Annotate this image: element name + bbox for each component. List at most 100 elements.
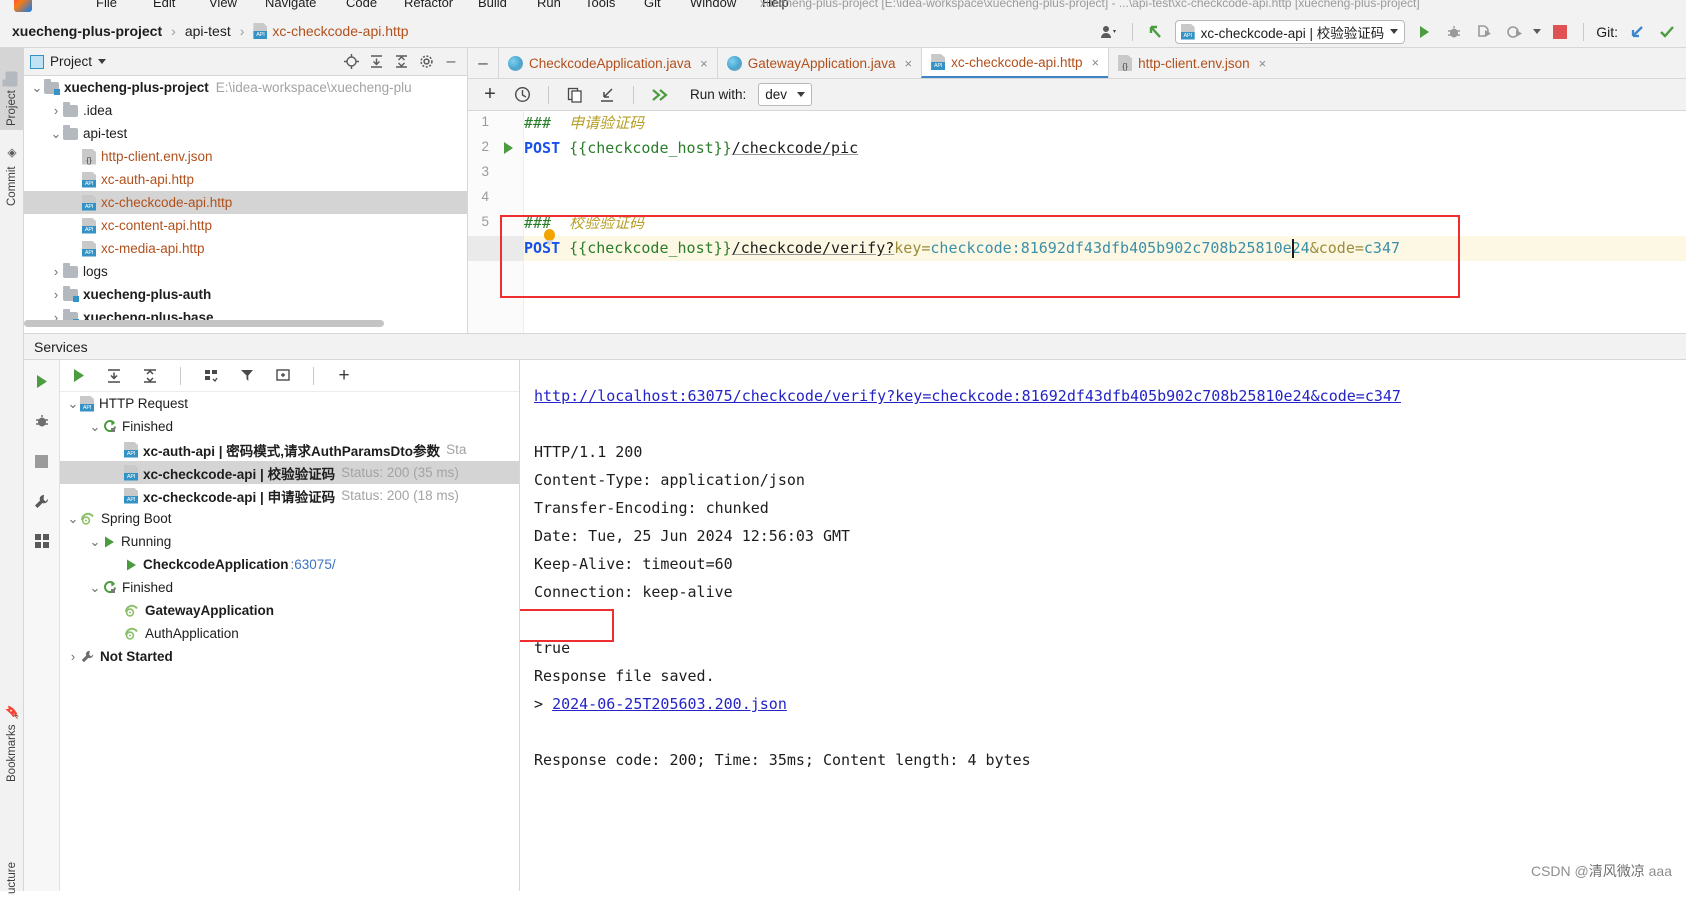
chevron-down-icon[interactable]: ⌄ xyxy=(66,511,80,527)
close-icon[interactable]: × xyxy=(905,56,913,71)
run-with-coverage-button[interactable] xyxy=(1473,21,1495,43)
intention-bulb-icon[interactable] xyxy=(542,228,557,245)
project-tree-row[interactable]: › .idea xyxy=(24,99,467,122)
response-saved-file-link[interactable]: 2024-06-25T205603.200.json xyxy=(552,695,787,713)
project-tree-row[interactable]: xc-content-api.http xyxy=(24,214,467,237)
user-avatar-icon[interactable] xyxy=(1098,21,1120,43)
project-tree-row[interactable]: › xuecheng-plus-auth xyxy=(24,283,467,306)
chevron-down-icon[interactable]: ⌄ xyxy=(66,396,80,412)
chevron-down-icon[interactable]: ⌄ xyxy=(88,534,102,550)
services-tree-row[interactable]: ⌄ HTTP Request xyxy=(60,392,519,415)
menu-bar[interactable]: File Edit View Navigate Code Refactor Bu… xyxy=(0,0,1686,15)
stop-button[interactable] xyxy=(1549,21,1571,43)
chevron-right-icon[interactable]: › xyxy=(49,103,63,118)
response-url[interactable]: http://localhost:63075/checkcode/verify?… xyxy=(534,382,1686,410)
chevron-right-icon[interactable]: › xyxy=(66,649,80,664)
breadcrumb-file[interactable]: xc-checkcode-api.http xyxy=(272,23,408,39)
chevron-down-icon[interactable] xyxy=(1533,29,1542,34)
sidebar-item-structure[interactable]: ucture xyxy=(0,838,24,898)
chevron-down-icon[interactable]: ⌄ xyxy=(88,580,102,596)
chevron-right-icon[interactable]: › xyxy=(49,287,63,302)
chevron-down-icon[interactable] xyxy=(797,92,806,97)
git-commit-check-icon[interactable] xyxy=(1656,21,1678,43)
group-icon[interactable] xyxy=(201,366,221,386)
run-configuration-selector[interactable]: xc-checkcode-api | 校验验证码 xyxy=(1174,19,1406,44)
grid-icon[interactable] xyxy=(31,530,53,552)
project-tree-row[interactable]: ⌄ xuecheng-plus-project E:\idea-workspace\… xyxy=(24,76,467,99)
service-port-link[interactable]: :63075/ xyxy=(291,557,336,572)
services-tree-row[interactable]: xc-checkcode-api | 校验验证码 Status: 200 (35 … xyxy=(60,461,519,484)
services-tree-row[interactable]: GatewayApplication xyxy=(60,599,519,622)
services-tree-row[interactable]: ⌄ Running xyxy=(60,530,519,553)
hide-editor-icon[interactable]: – xyxy=(468,48,498,78)
chevron-down-icon[interactable]: ⌄ xyxy=(49,126,63,142)
copy-icon[interactable] xyxy=(565,85,585,105)
editor-tab[interactable]: GatewayApplication.java × xyxy=(716,48,921,78)
expand-all-icon[interactable] xyxy=(104,366,124,386)
editor-tab[interactable]: CheckcodeApplication.java × xyxy=(498,48,717,78)
services-tree-row[interactable]: xc-checkcode-api | 申请验证码 Status: 200 (18 … xyxy=(60,484,519,507)
services-tree[interactable]: ⌄ HTTP Request ⌄ Finished xc-auth-api | 密码模式… xyxy=(60,392,519,668)
editor-gutter[interactable]: 123456 xyxy=(468,111,524,333)
services-tree-row[interactable]: CheckcodeApplication:63075/ xyxy=(60,553,519,576)
chevron-right-icon[interactable]: › xyxy=(49,264,63,279)
menu-item-edit[interactable]: Edit xyxy=(153,0,175,10)
services-tree-row[interactable]: ⌄ Finished xyxy=(60,576,519,599)
environment-select[interactable]: dev xyxy=(758,83,813,106)
project-tree-row[interactable]: http-client.env.json xyxy=(24,145,467,168)
menu-item-navigate[interactable]: Navigate xyxy=(265,0,316,10)
code-line[interactable]: POST {{checkcode_host}}/checkcode/pic xyxy=(524,136,858,161)
services-tree-row[interactable]: › Not Started xyxy=(60,645,519,668)
services-tree-row[interactable]: ⌄ Finished xyxy=(60,415,519,438)
project-tree-row[interactable]: xc-checkcode-api.http xyxy=(24,191,467,214)
code-line[interactable]: POST {{checkcode_host}}/checkcode/verify… xyxy=(524,236,1400,261)
menu-item-build[interactable]: Build xyxy=(478,0,507,10)
close-icon[interactable]: × xyxy=(1091,55,1099,70)
breadcrumb-folder[interactable]: api-test xyxy=(185,23,231,39)
locate-icon[interactable] xyxy=(343,54,359,70)
run-icon[interactable] xyxy=(68,366,88,386)
collapse-all-icon[interactable] xyxy=(140,366,160,386)
debug-icon[interactable] xyxy=(31,410,53,432)
menu-item-file[interactable]: File xyxy=(96,0,117,10)
add-tab-icon[interactable] xyxy=(273,366,293,386)
run-all-requests-icon[interactable] xyxy=(650,85,670,105)
code-editor[interactable]: 123456 ### 申请验证码POST {{checkcode_host}}/… xyxy=(468,111,1686,333)
menu-item-tools[interactable]: Tools xyxy=(585,0,615,10)
menu-item-refactor[interactable]: Refactor xyxy=(404,0,453,10)
expand-all-icon[interactable] xyxy=(368,54,384,70)
project-tree[interactable]: ⌄ xuecheng-plus-project E:\idea-workspace\… xyxy=(24,76,467,333)
wrench-icon[interactable] xyxy=(31,490,53,512)
close-icon[interactable]: × xyxy=(1259,56,1267,71)
stop-icon[interactable] xyxy=(31,450,53,472)
debug-button[interactable] xyxy=(1443,21,1465,43)
clock-history-icon[interactable] xyxy=(512,85,532,105)
services-tree-row[interactable]: AuthApplication xyxy=(60,622,519,645)
sidebar-item-project[interactable]: Project xyxy=(0,48,24,130)
run-request-gutter-icon[interactable] xyxy=(504,142,513,154)
editor-tab[interactable]: http-client.env.json × xyxy=(1108,48,1275,78)
project-tree-row[interactable]: xc-media-api.http xyxy=(24,237,467,260)
breadcrumb-project[interactable]: xuecheng-plus-project xyxy=(12,23,162,39)
profiler-button[interactable] xyxy=(1503,21,1525,43)
menu-item-window[interactable]: Window xyxy=(690,0,736,10)
project-tree-row[interactable]: xc-auth-api.http xyxy=(24,168,467,191)
chevron-down-icon[interactable] xyxy=(1390,29,1399,34)
close-icon[interactable]: × xyxy=(700,56,708,71)
project-tree-row[interactable]: ⌄ api-test xyxy=(24,122,467,145)
run-icon[interactable] xyxy=(31,370,53,392)
chevron-down-icon[interactable]: ⌄ xyxy=(88,419,102,435)
code-line[interactable]: ### 申请验证码 xyxy=(524,111,644,136)
editor-tab[interactable]: xc-checkcode-api.http × xyxy=(921,48,1109,78)
menu-item-run[interactable]: Run xyxy=(537,0,561,10)
menu-item-git[interactable]: Git xyxy=(644,0,661,10)
sidebar-item-bookmarks[interactable]: Bookmarks 🔖 xyxy=(0,686,24,786)
hide-icon[interactable]: – xyxy=(443,53,459,70)
add-request-icon[interactable]: + xyxy=(480,83,500,105)
project-horizontal-scrollbar[interactable] xyxy=(24,320,384,327)
menu-item-view[interactable]: View xyxy=(209,0,237,10)
project-tree-row[interactable]: › logs xyxy=(24,260,467,283)
settings-gear-icon[interactable] xyxy=(418,54,434,70)
plus-icon[interactable]: + xyxy=(334,365,354,386)
filter-icon[interactable] xyxy=(237,366,257,386)
